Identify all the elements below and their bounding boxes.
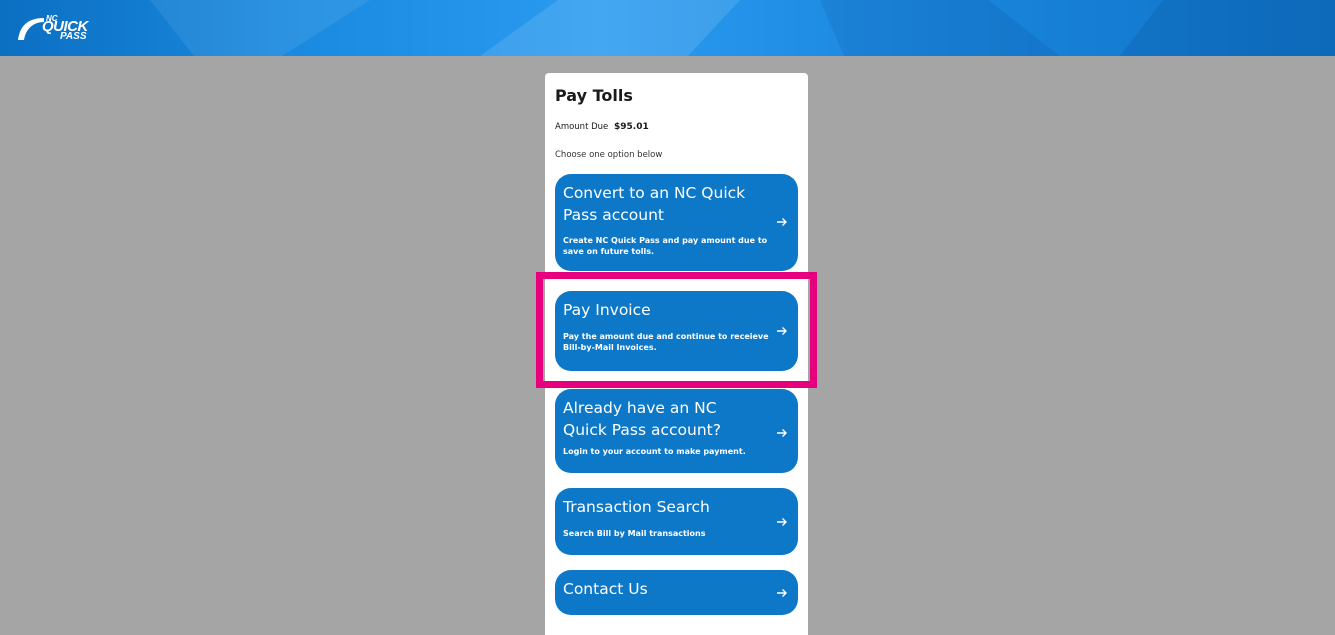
banner-facet [820, 0, 1060, 56]
option-description: Pay the amount due and continue to recei… [563, 332, 769, 352]
option-description: Create NC Quick Pass and pay amount due … [563, 236, 768, 256]
option-description: Search Bill by Mail transactions [563, 529, 706, 538]
logo-pass-text: PASS [60, 31, 87, 42]
option-title: Transaction Search [563, 498, 710, 516]
amount-due-value: $95.01 [613, 122, 649, 132]
option-title: Convert to an NC Quick Pass account [563, 184, 746, 224]
page-title: Pay Tolls [555, 86, 633, 105]
option-description: Login to your account to make payment. [563, 447, 746, 456]
banner-facet [1120, 0, 1335, 56]
arrow-right-icon [777, 429, 787, 437]
transaction-search-button[interactable]: Transaction Search Search Bill by Mail t… [555, 488, 798, 555]
existing-account-login-button[interactable]: Already have an NC Quick Pass account? L… [555, 389, 798, 473]
arrow-right-icon [777, 327, 787, 335]
arrow-right-icon [777, 218, 787, 226]
pay-invoice-button[interactable]: Pay Invoice Pay the amount due and conti… [555, 291, 798, 371]
option-title: Already have an NC Quick Pass account? [563, 399, 721, 439]
top-banner: NC QUICK PASS [0, 0, 1335, 56]
pay-tolls-panel: Pay Tolls Amount Due $95.01 Choose one o… [545, 73, 808, 635]
arrow-right-icon [777, 518, 787, 526]
nc-quick-pass-logo[interactable]: NC QUICK PASS [16, 14, 112, 42]
contact-us-button[interactable]: Contact Us [555, 570, 798, 615]
option-title: Pay Invoice [563, 301, 651, 319]
banner-facet [150, 0, 370, 56]
amount-due: Amount Due $95.01 [555, 122, 649, 132]
option-title: Contact Us [563, 580, 648, 598]
choose-option-text: Choose one option below [555, 150, 663, 160]
convert-account-button[interactable]: Convert to an NC Quick Pass account Crea… [555, 174, 798, 271]
banner-facet [480, 0, 740, 56]
arrow-right-icon [777, 589, 787, 597]
amount-due-label: Amount Due [555, 122, 609, 132]
